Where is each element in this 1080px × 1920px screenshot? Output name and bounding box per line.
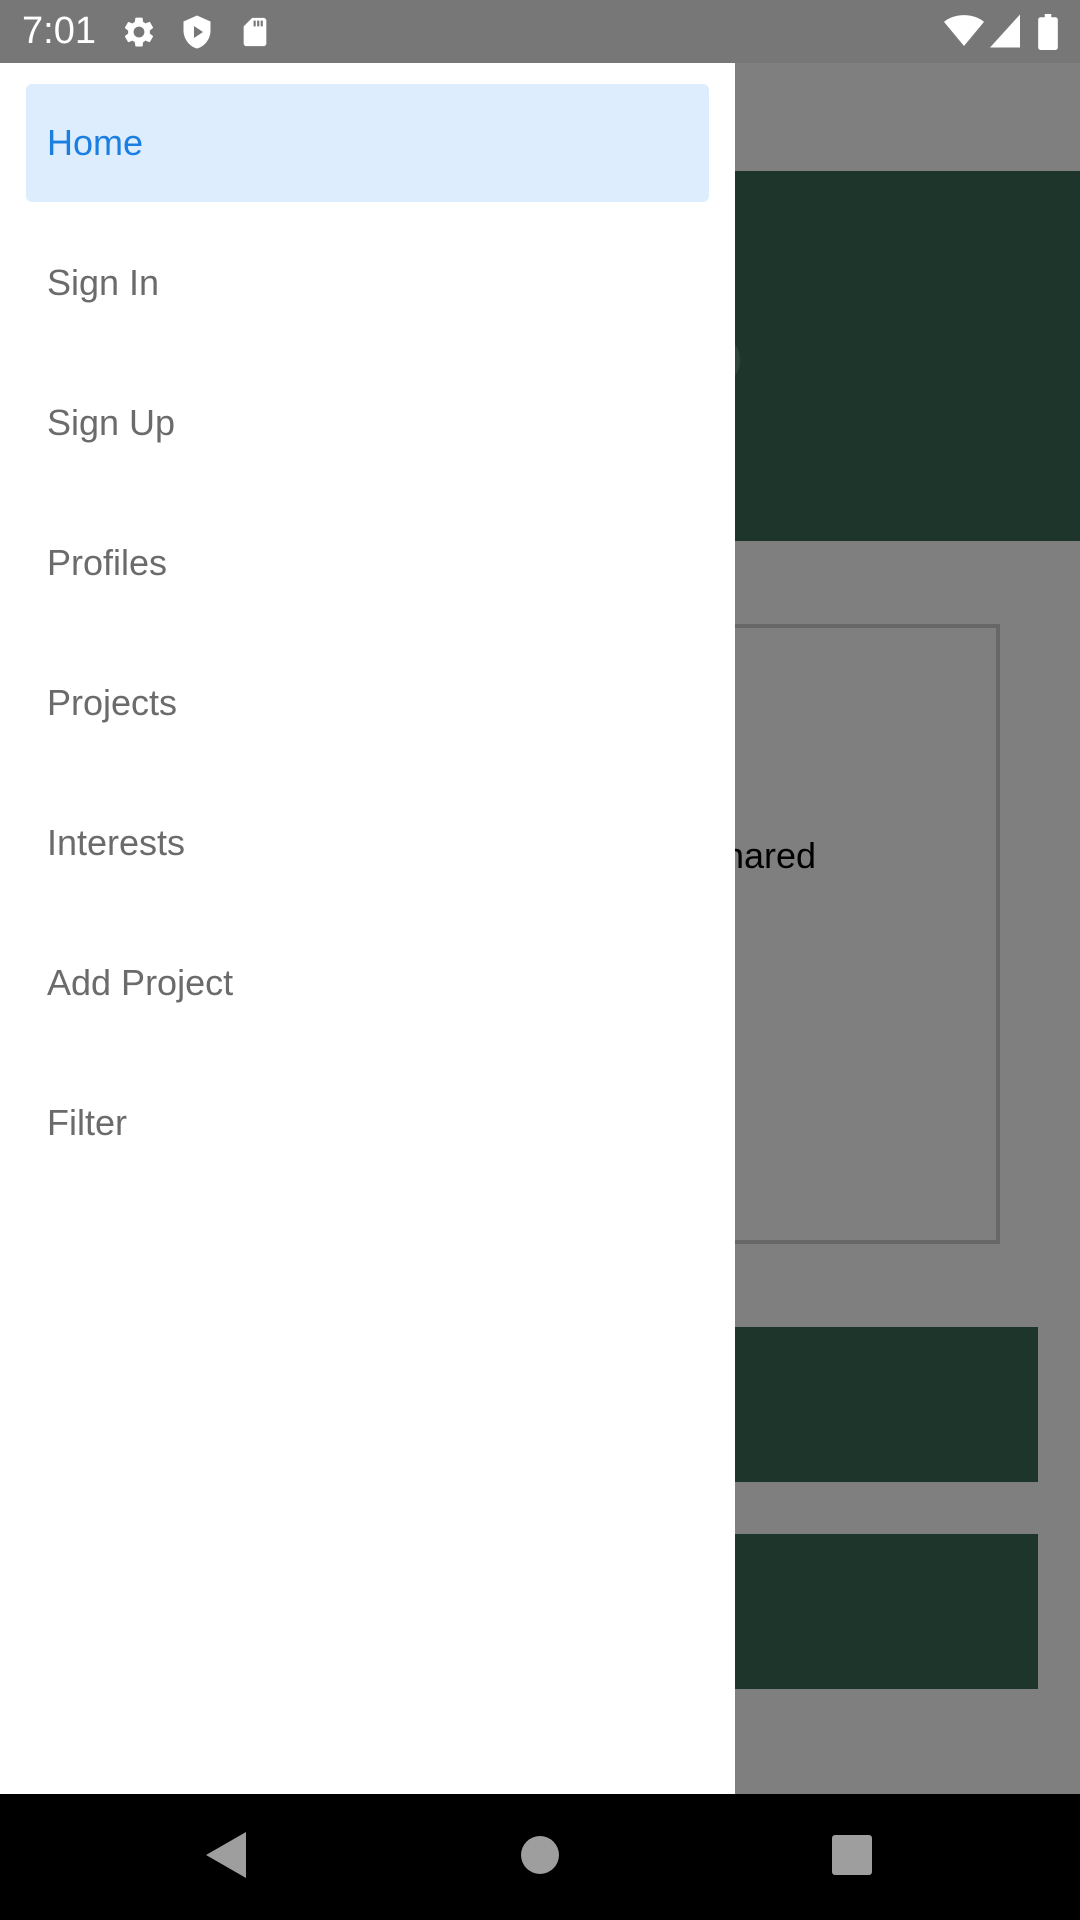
drawer-item-sign-up[interactable]: Sign Up (26, 364, 709, 482)
drawer-item-filter[interactable]: Filter (26, 1064, 709, 1182)
drawer-item-label: Home (47, 122, 144, 163)
drawer-item-add-project[interactable]: Add Project (26, 924, 709, 1042)
drawer-item-sign-in[interactable]: Sign In (26, 224, 709, 342)
drawer-item-label: Filter (47, 1102, 127, 1143)
drawer-item-label: Profiles (47, 542, 168, 583)
status-time: 7:01 (22, 10, 96, 52)
battery-icon (1038, 14, 1058, 50)
settings-icon (121, 14, 157, 50)
drawer-item-label: Add Project (47, 962, 234, 1003)
system-nav-bar (0, 1794, 1080, 1920)
drawer-item-label: Sign Up (47, 402, 176, 443)
drawer-item-home[interactable]: Home (26, 84, 709, 202)
drawer-item-label: Projects (47, 682, 178, 723)
home-icon[interactable] (520, 1830, 560, 1880)
cell-signal-icon (990, 14, 1020, 48)
status-bar: 7:01 (0, 0, 1080, 63)
drawer-item-projects[interactable]: Projects (26, 644, 709, 762)
drawer-item-interests[interactable]: Interests (26, 784, 709, 902)
drawer-item-profiles[interactable]: Profiles (26, 504, 709, 622)
sd-card-icon (238, 14, 272, 50)
back-icon[interactable] (204, 1830, 248, 1880)
navigation-drawer: Home Sign In Sign Up Profiles Projects I… (0, 63, 735, 1794)
recents-icon[interactable] (830, 1830, 874, 1880)
drawer-item-label: Interests (47, 822, 186, 863)
drawer-item-label: Sign In (47, 262, 160, 303)
wifi-icon (944, 14, 984, 48)
shield-play-icon (179, 14, 215, 50)
